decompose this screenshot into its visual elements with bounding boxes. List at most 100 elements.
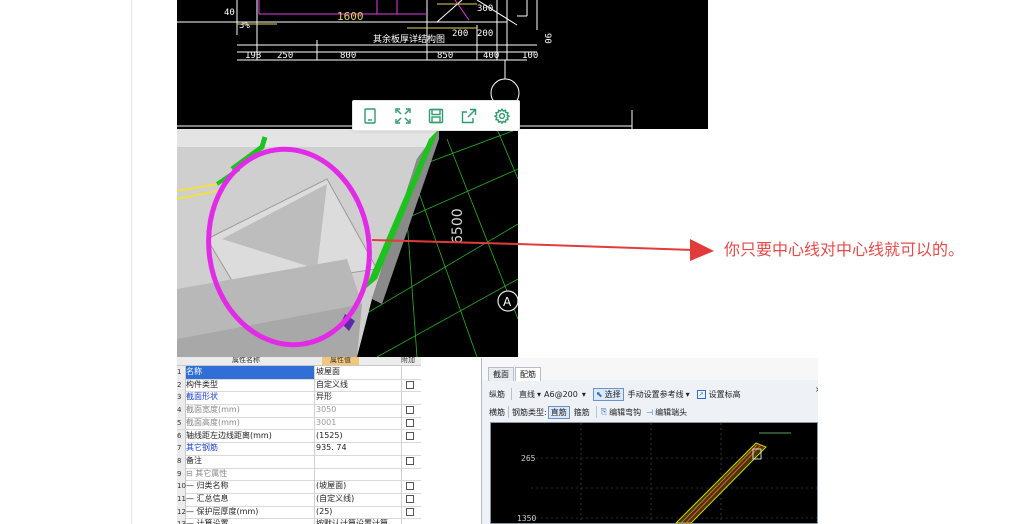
edit-end-button[interactable]: ⊣ 编辑端头 — [646, 407, 687, 418]
set-elevation-button[interactable]: ↗ 设置标高 — [696, 389, 741, 400]
property-value[interactable]: 异形 — [315, 391, 402, 405]
end-icon: ⊣ — [646, 407, 654, 417]
header-value: 属性值 — [322, 357, 359, 365]
close-icon[interactable]: × — [815, 385, 818, 394]
straight-rebar-button[interactable]: 直筋 — [547, 405, 570, 419]
property-row[interactable]: 5 截面高度(mm) 3001 — [177, 416, 421, 431]
property-name: — 归类名称 — [186, 480, 315, 493]
property-value[interactable]: 按默认计算设置计算 — [315, 518, 402, 524]
property-value[interactable]: 自定义线 — [315, 378, 402, 392]
row-number: 2 — [177, 378, 186, 392]
chevron-down-icon[interactable]: ▾ — [686, 390, 690, 399]
property-row[interactable]: 13— 计算设置按默认计算设置计算 — [177, 518, 421, 524]
property-name: ⊟ 其它属性 — [186, 467, 315, 481]
property-row[interactable]: 1 名称 坡屋面 — [177, 366, 421, 380]
canvas-label-1350: 1350 — [517, 514, 536, 523]
row-number: 7 — [177, 442, 186, 455]
rebar-toolbar-row1: 纵筋 直线 ▾ A6@200 ▾ ⬉ 选择 手动设置参考线 ▾ ↗ 设置标高 — [482, 385, 818, 403]
cad-label-3pct: 3% — [239, 21, 250, 31]
cad-dim-2: 250 — [277, 51, 293, 61]
property-name: — 计算设置 — [186, 518, 315, 524]
dimension-label-6500: 6500 — [450, 208, 466, 244]
property-name: 截面高度(mm) — [186, 416, 315, 430]
bend-icon: ⎘ — [600, 407, 608, 416]
row-number: 11 — [177, 493, 186, 506]
tab-rebar[interactable]: 配筋 — [515, 367, 541, 381]
cad-dim-mid-1: 200 — [452, 29, 468, 39]
property-value[interactable]: (1525) — [315, 429, 402, 443]
checkbox[interactable] — [406, 380, 414, 389]
rebar-spec-field[interactable]: A6@200 — [544, 390, 578, 399]
property-row[interactable]: 3 截面形状 异形 — [177, 391, 421, 406]
property-table-header: 属性名称 属性值 附加 — [177, 357, 421, 366]
save-icon[interactable] — [425, 105, 447, 127]
extra-cell — [401, 442, 421, 455]
checkbox[interactable] — [406, 431, 414, 440]
stirrup-button[interactable]: 箍筋 — [574, 407, 590, 418]
property-row[interactable]: 8 备注 — [177, 454, 421, 469]
extra-cell — [401, 404, 421, 417]
gear-icon[interactable] — [491, 105, 513, 127]
extra-cell — [401, 455, 421, 468]
checkbox[interactable] — [406, 507, 414, 516]
edit-bend-button[interactable]: ⎘ 编辑弯钩 — [601, 407, 641, 418]
horizontal-rebar-button[interactable]: 横筋 — [489, 407, 505, 418]
property-value[interactable]: (坡屋面) — [315, 480, 402, 493]
property-row[interactable]: 6 轴线距左边线距离(mm) (1525) — [177, 429, 421, 444]
property-value[interactable] — [315, 467, 402, 481]
toolbar-separator — [595, 406, 597, 418]
manual-reference-line-button[interactable]: 手动设置参考线 — [628, 389, 684, 400]
property-value[interactable]: (25) — [315, 505, 402, 519]
cad-dim-mid-2: 200 — [477, 29, 493, 39]
line-type-select[interactable]: 直线 — [519, 389, 535, 400]
cad-dim-5: 400 — [483, 51, 499, 61]
property-value[interactable] — [315, 454, 402, 468]
row-number: 9 — [177, 467, 186, 481]
property-row[interactable]: 4 截面宽度(mm) 3050 — [177, 404, 421, 418]
axis-label-a: A — [503, 295, 512, 309]
property-value[interactable]: 3001 — [315, 416, 402, 430]
tablet-icon[interactable] — [359, 105, 381, 127]
annotation-text: 你只要中心线对中心线就可以的。 — [724, 240, 965, 259]
property-row[interactable]: 9 ⊟ 其它属性 — [177, 467, 421, 482]
header-name: 属性名称 — [232, 357, 260, 364]
cad-dim-3: 800 — [340, 51, 356, 61]
cad-dim-6: 100 — [522, 51, 538, 61]
checkbox[interactable] — [406, 495, 414, 503]
image-toolbar — [352, 100, 520, 131]
rebar-drawing-canvas[interactable]: 265 1350 — [490, 422, 818, 524]
select-button[interactable]: ⬉ 选择 — [592, 387, 624, 401]
rebar-editor-tabbar: 截面 配筋 — [482, 358, 818, 381]
property-name: 名称 — [186, 366, 315, 379]
property-value[interactable]: 坡屋面 — [315, 366, 402, 379]
row-number: 1 — [177, 366, 186, 379]
property-row[interactable]: 10— 归类名称 (坡屋面) — [177, 480, 421, 494]
row-number: 4 — [177, 404, 186, 417]
extra-cell — [401, 506, 421, 519]
property-value[interactable]: 935. 74 — [315, 442, 402, 455]
longitudinal-rebar-button[interactable]: 纵筋 — [489, 389, 505, 400]
chevron-down-icon[interactable]: ▾ — [582, 390, 586, 399]
property-name: — 汇总信息 — [186, 493, 315, 506]
checkbox[interactable] — [406, 406, 414, 415]
checkbox[interactable] — [406, 418, 414, 427]
rebar-toolbar-row2: 横筋 钢筋类型: 直筋 箍筋 ⎘ 编辑弯钩 ⊣ 编辑端头 — [482, 403, 818, 421]
property-row[interactable]: 2 构件类型 自定义线 — [177, 378, 421, 393]
property-value[interactable]: (自定义线) — [315, 493, 402, 506]
fullscreen-icon[interactable] — [392, 105, 414, 127]
header-extra: 附加 — [401, 357, 415, 364]
property-row[interactable]: 7 其它钢筋 935. 74 — [177, 442, 421, 456]
chevron-down-icon[interactable]: ▾ — [537, 390, 541, 399]
canvas-label-265: 265 — [521, 454, 536, 463]
share-icon[interactable] — [458, 105, 480, 127]
tab-section[interactable]: 截面 — [488, 367, 514, 381]
property-row[interactable]: 12— 保护层厚度(mm) (25) — [177, 505, 421, 520]
property-name: 轴线距左边线距离(mm) — [186, 429, 315, 443]
cad-label-note: 其余板厚详结构图 — [373, 33, 445, 45]
checkbox[interactable] — [406, 456, 414, 465]
property-value[interactable]: 3050 — [315, 404, 402, 417]
extra-cell — [401, 366, 421, 379]
property-row[interactable]: 11— 汇总信息 (自定义线) — [177, 493, 421, 507]
property-name: — 保护层厚度(mm) — [186, 505, 315, 519]
checkbox[interactable] — [406, 482, 414, 491]
